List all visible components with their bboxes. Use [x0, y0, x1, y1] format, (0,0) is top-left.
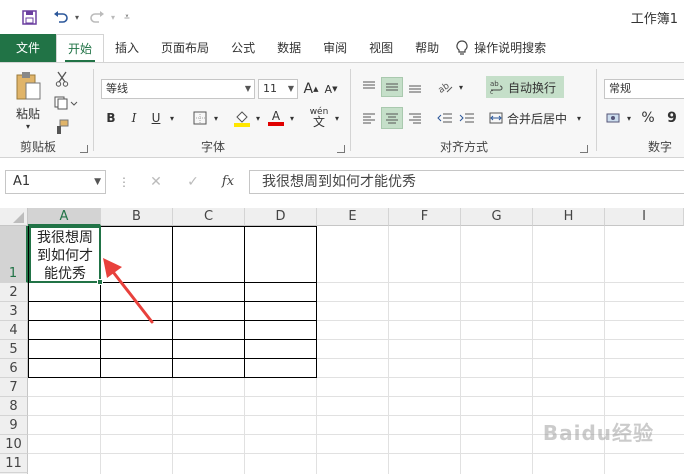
- borders-icon[interactable]: [190, 107, 210, 129]
- document-title: 工作簿1: [630, 12, 678, 27]
- group-divider: [350, 69, 351, 151]
- tab-home[interactable]: 开始: [56, 34, 105, 62]
- enter-entry-button[interactable]: ✓: [182, 171, 204, 193]
- save-icon[interactable]: [18, 8, 40, 26]
- merge-center-icon: [489, 112, 503, 124]
- orientation-icon[interactable]: ab: [434, 77, 456, 97]
- formula-bar-grip-icon[interactable]: ⋮: [118, 172, 130, 192]
- undo-icon[interactable]: [50, 8, 72, 26]
- align-top-icon[interactable]: [358, 77, 380, 97]
- percent-style-button[interactable]: %: [638, 107, 658, 129]
- clipboard-group-label: 剪贴板: [20, 140, 57, 154]
- tab-help[interactable]: 帮助: [404, 34, 450, 62]
- name-box[interactable]: A1 ▼: [5, 170, 106, 194]
- font-size-value: 11: [263, 82, 277, 95]
- font-color-dropdown-icon[interactable]: ▾: [286, 107, 298, 129]
- shrink-font-button[interactable]: A ▼: [322, 79, 340, 99]
- title-bar: ▾ ▾ ⩡ 工作簿1: [0, 0, 684, 34]
- font-name-select[interactable]: 等线 ▼: [101, 79, 255, 99]
- format-painter-icon[interactable]: [52, 117, 72, 137]
- chevron-down-icon: ▼: [287, 84, 294, 93]
- tab-formulas[interactable]: 公式: [220, 34, 266, 62]
- font-name-value: 等线: [106, 82, 128, 95]
- merge-center-button[interactable]: 合并后居中: [486, 107, 572, 129]
- tab-data[interactable]: 数据: [266, 34, 312, 62]
- watermark: Baidu经验: [542, 421, 654, 445]
- alignment-group-label: 对齐方式: [440, 140, 489, 154]
- insert-function-button[interactable]: fx: [217, 171, 239, 193]
- merge-center-label: 合并后居中: [507, 111, 568, 126]
- borders-dropdown-icon[interactable]: ▾: [210, 107, 222, 129]
- group-divider: [93, 69, 94, 151]
- wrap-text-label: 自动换行: [508, 80, 557, 95]
- align-left-icon[interactable]: [358, 107, 380, 129]
- font-group-label: 字体: [201, 140, 226, 154]
- formula-input[interactable]: 我很想周到如何才能优秀: [249, 170, 684, 194]
- tab-review[interactable]: 审阅: [312, 34, 358, 62]
- number-group-label: 数字: [648, 140, 673, 154]
- tab-file[interactable]: 文件: [0, 34, 57, 62]
- align-center-icon[interactable]: [381, 107, 403, 129]
- number-format-value: 常规: [609, 82, 631, 95]
- tab-page-layout[interactable]: 页面布局: [150, 34, 220, 62]
- paste-dropdown-icon[interactable]: ▾: [20, 121, 36, 131]
- accounting-format-icon[interactable]: [604, 107, 624, 129]
- customize-qat-icon[interactable]: ⩡: [120, 8, 134, 26]
- accounting-dropdown-icon[interactable]: ▾: [624, 107, 634, 129]
- ribbon: 粘贴 ▾ 剪贴板 等线 ▼ 11 ▼ A ▲ A ▼ B I U ▾ ▾ ▾ A ▾ w…: [0, 62, 684, 158]
- cancel-entry-button[interactable]: ✕: [145, 171, 167, 193]
- phonetic-guide-icon: 文: [312, 115, 325, 129]
- font-color-icon: A: [271, 109, 281, 123]
- tell-me-search[interactable]: 操作说明搜索: [450, 34, 557, 62]
- align-right-icon[interactable]: [404, 107, 426, 129]
- underline-button[interactable]: U: [146, 107, 166, 129]
- group-divider: [596, 69, 597, 151]
- svg-text:c: c: [490, 89, 493, 94]
- align-bottom-icon[interactable]: [404, 77, 426, 97]
- phonetic-guide-button[interactable]: wén 文: [306, 103, 332, 131]
- italic-button[interactable]: I: [124, 107, 144, 129]
- tab-insert[interactable]: 插入: [104, 34, 150, 62]
- fill-color-icon[interactable]: [232, 107, 252, 129]
- wrap-text-icon: abc: [490, 80, 503, 94]
- worksheet-grid[interactable]: A B C D E F G H I 1 2 3 4 5 6 7 8 9 10 1…: [0, 208, 684, 474]
- orientation-dropdown-icon[interactable]: ▾: [456, 77, 466, 97]
- font-launcher-icon[interactable]: [337, 145, 345, 153]
- phonetic-dropdown-icon[interactable]: ▾: [332, 107, 342, 129]
- tab-view[interactable]: 视图: [358, 34, 404, 62]
- bold-button[interactable]: B: [101, 107, 121, 129]
- comma-style-button[interactable]: 9: [662, 107, 682, 129]
- merge-dropdown-icon[interactable]: ▾: [574, 107, 584, 129]
- chevron-down-icon: ▼: [244, 84, 251, 93]
- wrap-text-button[interactable]: ab c 自动换行: [486, 76, 564, 98]
- cut-icon[interactable]: [52, 69, 72, 89]
- decrease-indent-icon[interactable]: [434, 107, 456, 129]
- chevron-down-icon: ▼: [94, 177, 101, 187]
- fill-color-dropdown-icon[interactable]: ▾: [252, 107, 264, 129]
- clipboard-launcher-icon[interactable]: [80, 145, 88, 153]
- tell-me-label: 操作说明搜索: [474, 41, 547, 55]
- alignment-launcher-icon[interactable]: [580, 145, 588, 153]
- lightbulb-icon: [456, 40, 468, 55]
- ribbon-tabs: 文件 开始 插入 页面布局 公式 数据 审阅 视图 帮助 操作说明搜索: [0, 34, 684, 62]
- font-color-button[interactable]: A: [266, 107, 286, 129]
- font-size-select[interactable]: 11 ▼: [258, 79, 298, 99]
- undo-dropdown-icon[interactable]: ▾: [72, 8, 82, 26]
- grow-font-button[interactable]: A ▲: [302, 79, 320, 99]
- formula-bar: A1 ▼ ⋮ ✕ ✓ fx 我很想周到如何才能优秀: [0, 158, 684, 208]
- underline-dropdown-icon[interactable]: ▾: [166, 107, 178, 129]
- svg-text:ab: ab: [437, 81, 452, 94]
- align-middle-icon[interactable]: [381, 77, 403, 97]
- svg-text:ab: ab: [490, 80, 499, 88]
- increase-indent-icon[interactable]: [456, 107, 478, 129]
- name-box-value: A1: [13, 174, 31, 189]
- paste-icon[interactable]: [10, 69, 46, 103]
- redo-dropdown-icon[interactable]: ▾: [108, 8, 118, 26]
- paste-button[interactable]: 粘贴: [10, 105, 46, 121]
- number-format-select[interactable]: 常规: [604, 79, 684, 99]
- copy-icon[interactable]: [52, 93, 80, 113]
- shrink-font-icon: A: [324, 82, 333, 96]
- redo-icon[interactable]: [86, 8, 108, 26]
- grow-font-icon: A: [303, 81, 314, 97]
